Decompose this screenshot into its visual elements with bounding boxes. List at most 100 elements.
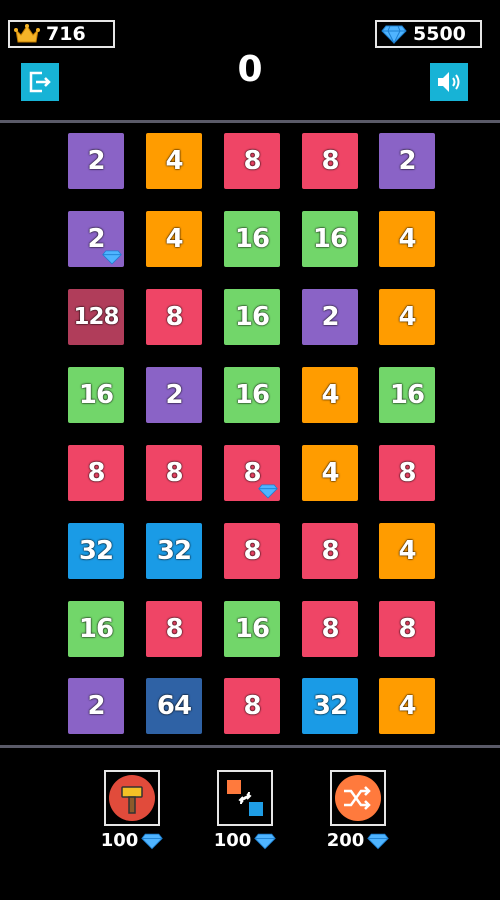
tile[interactable]: 4	[379, 211, 435, 267]
tile-value: 64	[156, 691, 192, 721]
exit-icon	[29, 71, 51, 93]
tile-value: 16	[78, 614, 114, 644]
gem-icon	[258, 484, 278, 499]
swap-cost: 100	[205, 830, 285, 851]
tile-value: 4	[321, 380, 339, 410]
gem-icon	[367, 833, 390, 849]
tile[interactable]: 8	[146, 601, 202, 657]
speaker-icon	[438, 72, 460, 92]
tile[interactable]: 2	[302, 289, 358, 345]
shuffle-booster-button[interactable]	[330, 770, 386, 826]
tile-value: 4	[398, 302, 416, 332]
tile[interactable]: 8	[146, 289, 202, 345]
exit-button[interactable]	[21, 63, 59, 101]
tile[interactable]: 8	[146, 445, 202, 501]
tile[interactable]: 8	[224, 678, 280, 734]
tile[interactable]: 2	[68, 211, 124, 267]
hammer-icon	[109, 775, 155, 821]
tile-value: 4	[321, 458, 339, 488]
tile-value: 8	[321, 536, 339, 566]
tile[interactable]: 32	[146, 523, 202, 579]
current-score: 0	[237, 49, 263, 90]
tile[interactable]: 8	[379, 601, 435, 657]
tile[interactable]: 4	[146, 133, 202, 189]
tile[interactable]: 16	[68, 367, 124, 423]
tile-value: 8	[321, 614, 339, 644]
tile[interactable]: 32	[302, 678, 358, 734]
tile[interactable]: 8	[302, 601, 358, 657]
tile[interactable]: 32	[68, 523, 124, 579]
tile-value: 8	[87, 458, 105, 488]
tile-value: 16	[234, 380, 270, 410]
tile[interactable]: 16	[224, 289, 280, 345]
tile[interactable]: 4	[379, 523, 435, 579]
tile[interactable]: 64	[146, 678, 202, 734]
tile[interactable]: 2	[379, 133, 435, 189]
tile-value: 2	[87, 691, 105, 721]
tile-value: 16	[234, 224, 270, 254]
tile[interactable]: 8	[68, 445, 124, 501]
tile[interactable]: 16	[68, 601, 124, 657]
tile[interactable]: 8	[224, 133, 280, 189]
hammer-cost: 100	[92, 830, 172, 851]
tile-value: 2	[321, 302, 339, 332]
tile[interactable]: 4	[302, 367, 358, 423]
tile-value: 8	[165, 458, 183, 488]
tile-value: 4	[398, 224, 416, 254]
top-divider	[0, 120, 500, 123]
bottom-divider	[0, 745, 500, 748]
tile[interactable]: 16	[224, 367, 280, 423]
tile-value: 2	[398, 146, 416, 176]
tile[interactable]: 8	[224, 445, 280, 501]
tile-value: 32	[312, 691, 348, 721]
tile-value: 4	[398, 691, 416, 721]
tile[interactable]: 16	[224, 211, 280, 267]
best-score-value: 716	[46, 23, 86, 45]
tile-value: 2	[87, 146, 105, 176]
gem-icon	[254, 833, 277, 849]
tile-value: 8	[321, 146, 339, 176]
tile[interactable]: 16	[302, 211, 358, 267]
shuffle-icon	[335, 775, 381, 821]
tile[interactable]: 16	[379, 367, 435, 423]
best-score-box: 716	[8, 20, 115, 48]
tile[interactable]: 128	[68, 289, 124, 345]
swap-icon	[227, 780, 263, 816]
swap-booster-button[interactable]	[217, 770, 273, 826]
tile[interactable]: 2	[68, 133, 124, 189]
tile-value: 8	[398, 614, 416, 644]
tile[interactable]: 8	[302, 133, 358, 189]
tile-value: 16	[234, 614, 270, 644]
tile-value: 16	[389, 380, 425, 410]
tile[interactable]: 16	[224, 601, 280, 657]
tile[interactable]: 8	[302, 523, 358, 579]
tile-value: 2	[165, 380, 183, 410]
tile-value: 32	[78, 536, 114, 566]
tile-value: 8	[165, 302, 183, 332]
tile[interactable]: 4	[146, 211, 202, 267]
tile-value: 8	[165, 614, 183, 644]
gem-icon	[141, 833, 164, 849]
tile[interactable]: 4	[302, 445, 358, 501]
tile-value: 4	[165, 224, 183, 254]
gem-balance-box: 5500	[375, 20, 482, 48]
crown-icon	[14, 24, 40, 43]
tile[interactable]: 2	[146, 367, 202, 423]
tile-value: 4	[398, 536, 416, 566]
tile-value: 32	[156, 536, 192, 566]
tile[interactable]: 8	[224, 523, 280, 579]
tile-value: 8	[243, 536, 261, 566]
tile-value: 16	[78, 380, 114, 410]
tile[interactable]: 4	[379, 289, 435, 345]
tile[interactable]: 4	[379, 678, 435, 734]
tile-value: 8	[398, 458, 416, 488]
swap-cost-value: 100	[213, 830, 252, 851]
hammer-cost-value: 100	[100, 830, 139, 851]
gem-icon	[381, 25, 407, 44]
sound-button[interactable]	[430, 63, 468, 101]
tile[interactable]: 2	[68, 678, 124, 734]
gem-icon	[102, 250, 122, 265]
tile-value: 4	[165, 146, 183, 176]
hammer-booster-button[interactable]	[104, 770, 160, 826]
tile[interactable]: 8	[379, 445, 435, 501]
